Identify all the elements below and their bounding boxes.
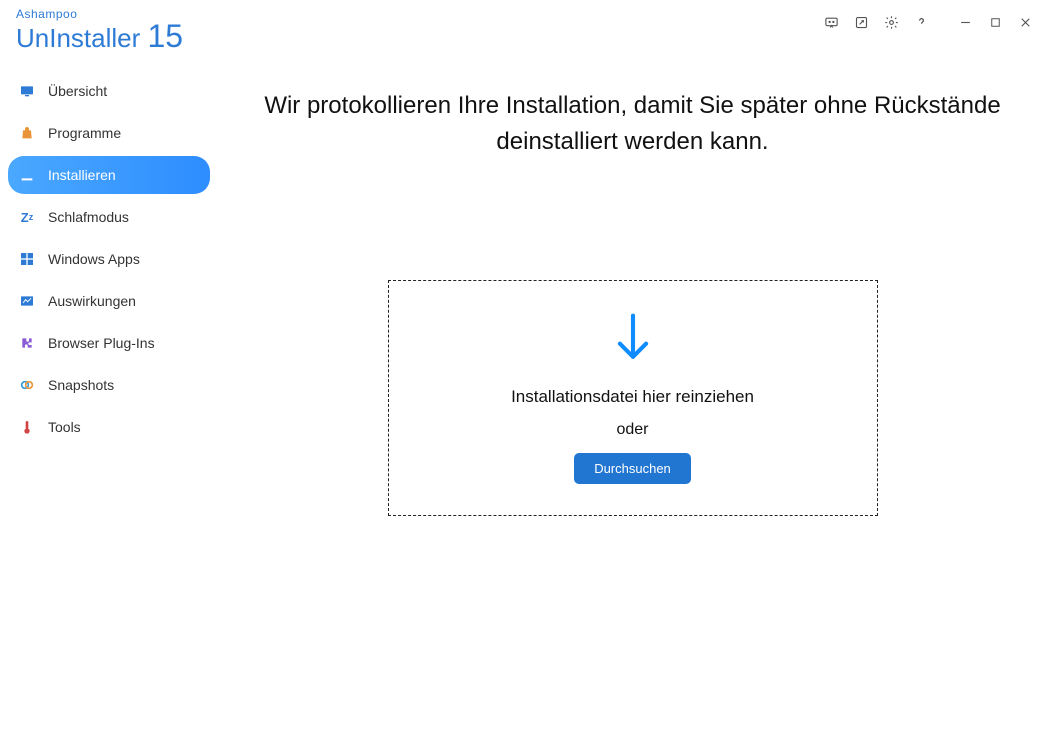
sleep-icon: Zz [18, 208, 36, 226]
sidebar-item-label: Windows Apps [48, 251, 140, 267]
bag-icon [18, 124, 36, 142]
body: Übersicht Programme Installieren Zz Schl… [0, 56, 1047, 738]
sidebar-item-label: Browser Plug-Ins [48, 335, 155, 351]
sidebar-item-label: Programme [48, 125, 121, 141]
sidebar-item-effects[interactable]: Auswirkungen [8, 282, 210, 320]
titlebar: Ashampoo UnInstaller 15 [0, 0, 1047, 56]
gear-icon[interactable] [877, 10, 905, 34]
brand: Ashampoo UnInstaller 15 [16, 8, 183, 52]
sidebar-item-sleepmode[interactable]: Zz Schlafmodus [8, 198, 210, 236]
sidebar-item-label: Schlafmodus [48, 209, 129, 225]
minimize-button[interactable] [951, 10, 979, 34]
dropzone[interactable]: Installationsdatei hier reinziehen oder … [388, 280, 878, 516]
sidebar-item-snapshots[interactable]: Snapshots [8, 366, 210, 404]
sidebar-item-overview[interactable]: Übersicht [8, 72, 210, 110]
sidebar-item-winapps[interactable]: Windows Apps [8, 240, 210, 278]
rings-icon [18, 376, 36, 394]
windows-icon [18, 250, 36, 268]
help-icon[interactable] [907, 10, 935, 34]
download-icon [18, 166, 36, 184]
window-controls [817, 8, 1039, 34]
sidebar-item-label: Snapshots [48, 377, 114, 393]
sidebar: Übersicht Programme Installieren Zz Schl… [0, 56, 218, 738]
chart-icon [18, 292, 36, 310]
brand-name: UnInstaller [16, 23, 148, 53]
brand-version: 15 [148, 18, 184, 54]
close-button[interactable] [1011, 10, 1039, 34]
sidebar-item-tools[interactable]: Tools [8, 408, 210, 446]
sidebar-item-label: Auswirkungen [48, 293, 136, 309]
dropzone-text: Installationsdatei hier reinziehen [511, 387, 754, 407]
puzzle-icon [18, 334, 36, 352]
sidebar-item-plugins[interactable]: Browser Plug-Ins [8, 324, 210, 362]
page-title: Wir protokollieren Ihre Installation, da… [258, 88, 1007, 160]
sidebar-item-label: Übersicht [48, 83, 107, 99]
brand-product: UnInstaller 15 [16, 20, 183, 52]
feedback-icon[interactable] [817, 10, 845, 34]
monitor-icon [18, 82, 36, 100]
sidebar-item-programs[interactable]: Programme [8, 114, 210, 152]
sidebar-item-install[interactable]: Installieren [8, 156, 210, 194]
sidebar-item-label: Tools [48, 419, 81, 435]
main-content: Wir protokollieren Ihre Installation, da… [218, 56, 1047, 738]
sidebar-item-label: Installieren [48, 167, 116, 183]
dropzone-or: oder [616, 421, 648, 439]
browse-button[interactable]: Durchsuchen [574, 453, 691, 484]
maximize-button[interactable] [981, 10, 1009, 34]
arrow-down-icon [610, 312, 656, 373]
thermometer-icon [18, 418, 36, 436]
link-icon[interactable] [847, 10, 875, 34]
